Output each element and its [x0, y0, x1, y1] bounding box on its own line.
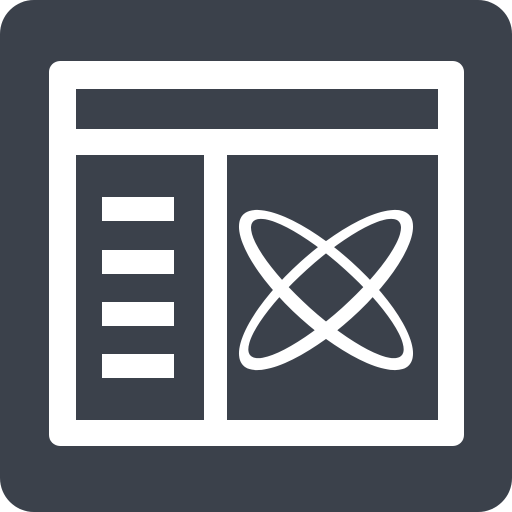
menu-line — [102, 354, 174, 378]
browser-window-icon — [0, 0, 512, 512]
window-title-bar — [76, 89, 438, 129]
menu-line — [102, 302, 174, 326]
menu-line — [102, 197, 174, 221]
window-sidebar-panel — [76, 155, 204, 420]
app-icon — [0, 0, 512, 512]
menu-line — [102, 250, 174, 274]
window-content-panel — [227, 155, 438, 420]
